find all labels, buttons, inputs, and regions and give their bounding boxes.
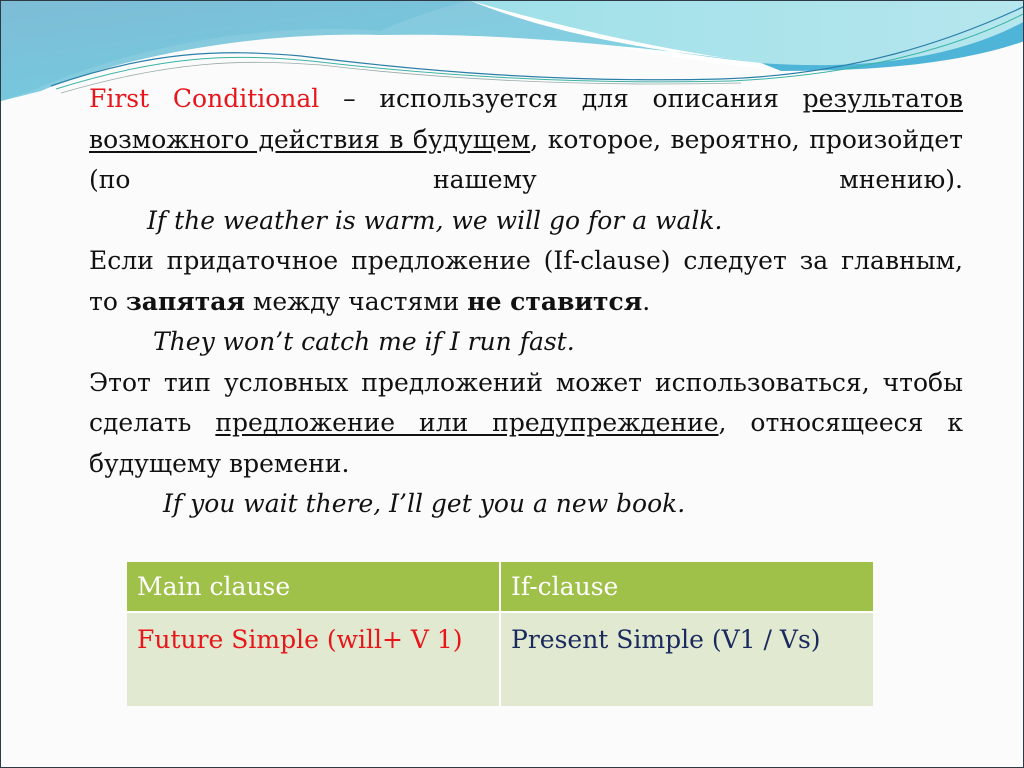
slide-body: First Conditional – используется для опи… (89, 79, 963, 525)
rule-text-2: между частями (244, 286, 468, 316)
slide: First Conditional – используется для опи… (0, 0, 1024, 768)
cell-if-clause: Present Simple (V1 / Vs) (500, 611, 873, 706)
paragraph-usage: Этот тип условных предложений может испо… (89, 363, 963, 485)
cell-main-clause: Future Simple (will+ V 1) (127, 611, 501, 706)
example-1: If the weather is warm, we will go for a… (147, 205, 723, 235)
example-2: They won’t catch me if I run fast. (153, 327, 575, 356)
header-if-clause: If-clause (500, 562, 873, 612)
table-header-row: Main clause If-clause (127, 562, 873, 612)
paragraph-comma-rule: Если придаточное предложение (If-clause)… (89, 241, 963, 322)
term-first-conditional: First Conditional (89, 84, 320, 113)
example-3: If you wait there, I’ll get you a new bo… (163, 489, 686, 518)
definition-text: – используется для описания (319, 84, 803, 113)
clause-table: Main clause If-clause Future Simple (wil… (127, 562, 873, 706)
rule-period: . (642, 286, 651, 316)
bold-comma: запятая (125, 286, 245, 316)
paragraph-definition: First Conditional – используется для опи… (89, 79, 963, 201)
underlined-offer-warning: предложение или предупреждение (215, 408, 719, 437)
table-row: Future Simple (will+ V 1) Present Simple… (127, 611, 873, 706)
bold-not-placed: не ставится (467, 286, 643, 316)
header-main-clause: Main clause (127, 562, 501, 612)
